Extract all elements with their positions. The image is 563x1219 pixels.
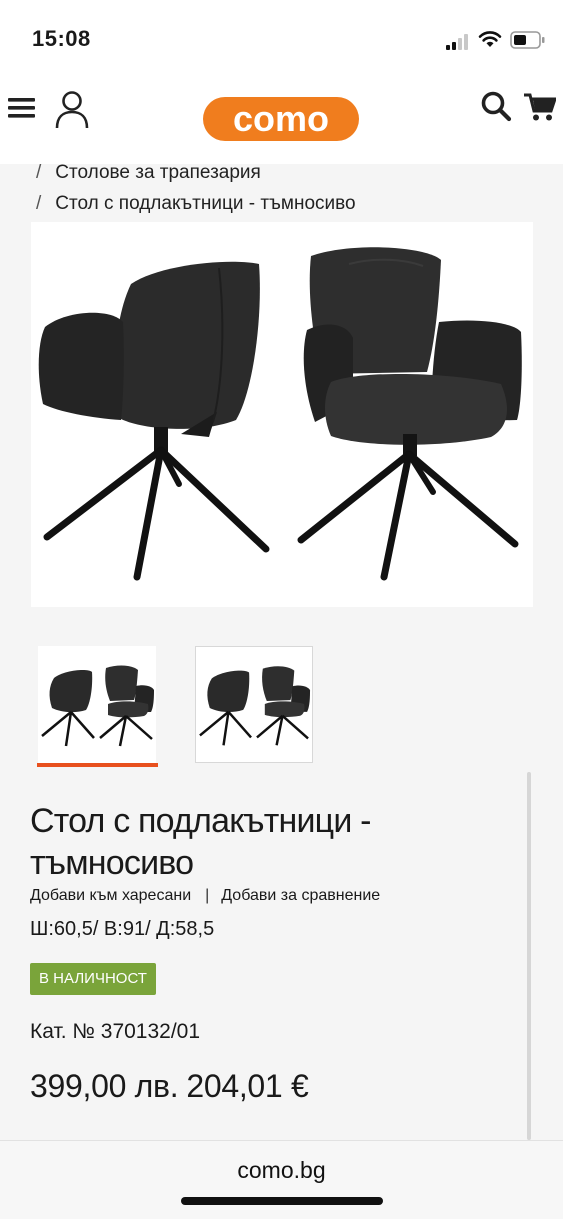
breadcrumb-item-current: / Стол с подлакътници - тъмносиво <box>36 193 356 215</box>
browser-url-bar[interactable]: como.bg <box>0 1140 563 1219</box>
stock-badge: В НАЛИЧНОСТ <box>30 963 156 995</box>
catalog-number: Кат. № 370132/01 <box>30 1020 201 1043</box>
chair-back-view <box>38 261 270 581</box>
scrollbar[interactable] <box>527 772 531 1140</box>
url-text[interactable]: como.bg <box>0 1157 563 1184</box>
product-title: Стол с подлакътници - тъмносиво <box>30 802 372 882</box>
logo-text: como <box>233 98 329 139</box>
chair-front-view <box>297 247 522 581</box>
cellular-signal-icon <box>446 34 468 50</box>
user-icon[interactable] <box>54 90 90 130</box>
product-price: 399,00 лв. 204,01 € <box>30 1068 309 1105</box>
add-to-favorites-link[interactable]: Добави към харесани <box>30 887 191 904</box>
logo-graphic: como <box>203 97 359 141</box>
chair-pair-thumbnail <box>41 665 154 747</box>
home-indicator[interactable] <box>181 1197 383 1205</box>
breadcrumb-label[interactable]: Столове за трапезария <box>55 162 261 183</box>
actions-divider: | <box>205 887 210 904</box>
breadcrumb-separator: / <box>36 162 42 183</box>
price-eur: 204,01 € <box>186 1068 309 1104</box>
como-logo[interactable]: como <box>202 96 360 142</box>
chair-pair-illustration <box>38 247 522 581</box>
main-product-image[interactable] <box>31 222 533 607</box>
battery-icon <box>510 31 545 49</box>
site-header: como <box>0 70 563 164</box>
product-dimensions: Ш:60,5/ В:91/ Д:58,5 <box>30 918 215 940</box>
thumbnail-1[interactable] <box>38 646 156 763</box>
cart-icon[interactable] <box>524 92 556 122</box>
hamburger-menu-icon[interactable] <box>8 94 36 122</box>
status-time: 15:08 <box>32 26 91 51</box>
chair-pair-thumbnail <box>199 666 311 746</box>
breadcrumb-separator: / <box>36 193 42 214</box>
search-icon[interactable] <box>480 90 512 122</box>
thumbnail-active-indicator <box>37 763 158 767</box>
status-bar: 15:08 <box>0 0 563 70</box>
thumbnail-2[interactable] <box>195 646 313 763</box>
breadcrumb-label: Стол с подлакътници - тъмносиво <box>55 193 356 214</box>
wifi-icon <box>478 31 502 47</box>
product-actions: Добави към харесани | Добави за сравнение <box>30 887 380 905</box>
breadcrumb-item[interactable]: / Столове за трапезария <box>36 162 261 184</box>
add-to-compare-link[interactable]: Добави за сравнение <box>221 887 380 904</box>
price-bgn: 399,00 лв. <box>30 1068 179 1104</box>
